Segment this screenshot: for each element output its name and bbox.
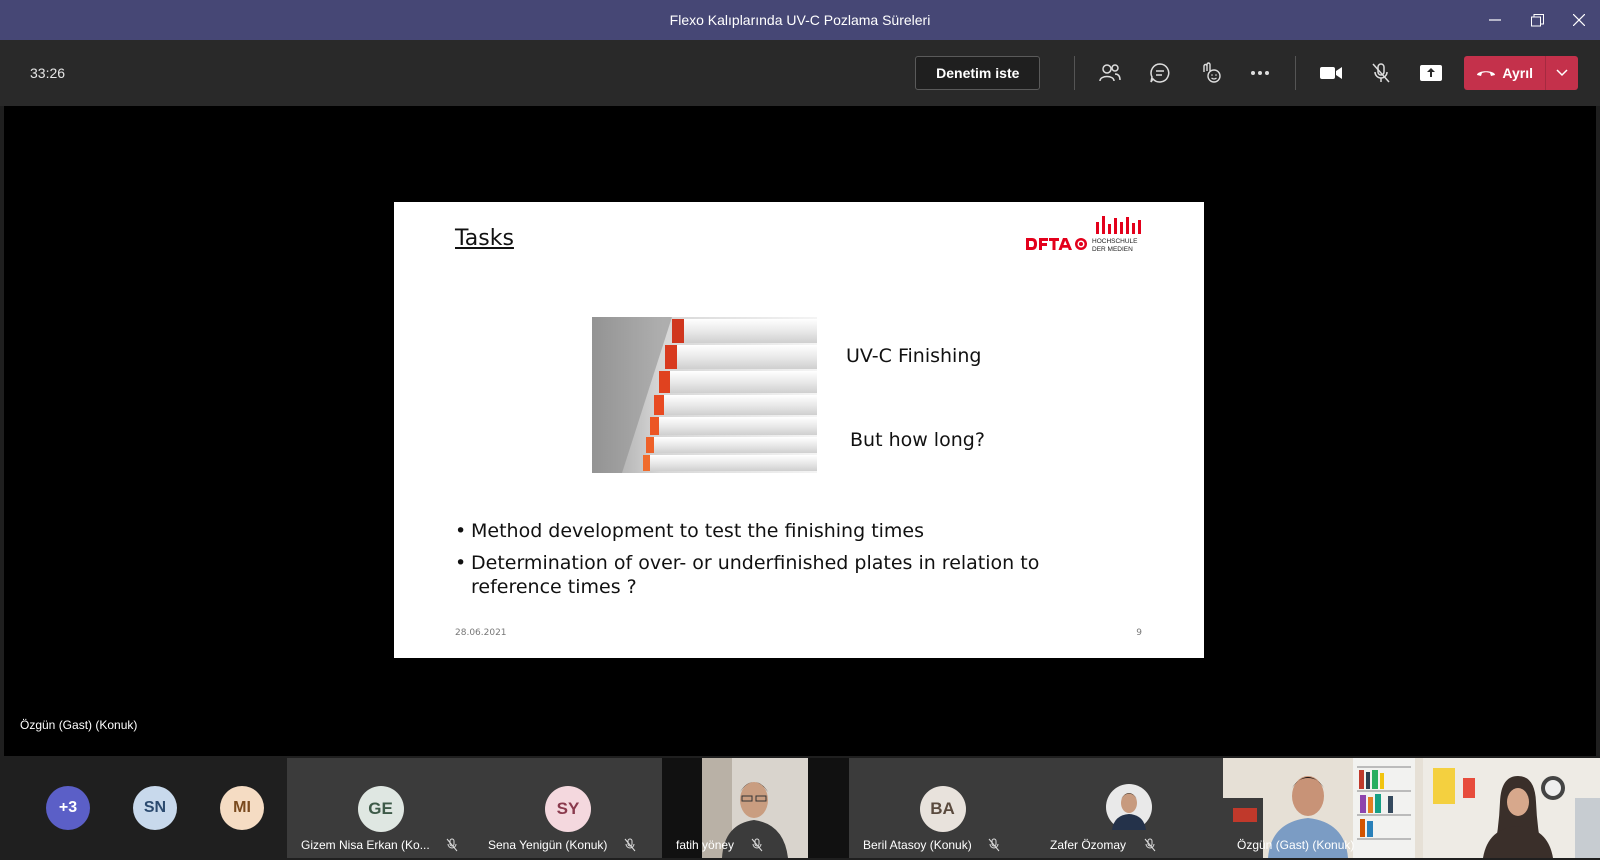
slide-title: Tasks (455, 226, 514, 251)
meeting-controls: Denetim iste Ayrıl (915, 56, 1578, 90)
bullet-text: Method development to test the finishing… (471, 520, 925, 542)
request-control-button[interactable]: Denetim iste (915, 56, 1041, 90)
slide-bullet: • Determination of over- or underfinished… (455, 551, 1095, 599)
avatar[interactable]: SN (133, 786, 177, 830)
hang-up-icon (1477, 71, 1496, 76)
toolbar-divider (1295, 56, 1297, 90)
leave-button[interactable]: Ayrıl (1464, 56, 1578, 90)
overflow-participants-avatar[interactable]: +3 (46, 786, 90, 830)
participant-name: Zafer Özomay (1050, 838, 1127, 852)
slide-bullet: • Method development to test the finishin… (455, 520, 925, 542)
chat-icon[interactable] (1135, 56, 1185, 90)
participant-name: fatih yöney (676, 838, 735, 852)
mic-muted-icon (624, 838, 636, 852)
participant-name: Özgün (Gast) (Konuk) (1237, 838, 1355, 852)
window-title: Flexo Kalıplarında UV-C Pozlama Süreleri (669, 12, 931, 28)
slide-date: 28.06.2021 (455, 628, 507, 638)
toolbar-divider (1074, 56, 1076, 90)
participant-tile[interactable]: BA Beril Atasoy (Konuk) (849, 758, 1036, 858)
leave-label: Ayrıl (1502, 65, 1533, 81)
mic-muted-icon (1144, 838, 1156, 852)
avatar: BA (919, 786, 966, 832)
mic-muted-icon (988, 838, 1000, 852)
participant-video-tile[interactable]: fatih yöney (662, 758, 849, 858)
close-icon[interactable] (1558, 0, 1600, 40)
participant-tile[interactable]: Zafer Özomay (1036, 758, 1223, 858)
camera-icon[interactable] (1306, 56, 1356, 90)
dfta-hdm-logo: HOCHSCHULE DER MEDIEN (1026, 216, 1141, 253)
meeting-timer: 33:26 (30, 65, 66, 81)
leave-options-chevron-icon[interactable] (1545, 56, 1578, 90)
participant-name: Gizem Nisa Erkan (Ko... (301, 838, 430, 852)
slide-question: But how long? (850, 429, 985, 451)
svg-text:DER MEDIEN: DER MEDIEN (1092, 246, 1133, 253)
leave-main[interactable]: Ayrıl (1464, 56, 1545, 90)
bullet-text: Determination of over- or underfinished … (471, 552, 1040, 598)
participant-name: Sena Yenigün (Konuk) (488, 838, 608, 852)
presenter-name-label: Özgün (Gast) (Konuk) (20, 718, 138, 732)
avatar: SY (545, 786, 591, 832)
slide-heading-uvc: UV-C Finishing (846, 345, 982, 367)
window-titlebar: Flexo Kalıplarında UV-C Pozlama Süreleri (0, 0, 1600, 41)
restore-icon[interactable] (1516, 0, 1558, 40)
slide-bullet-list: • Method development to test the finishin… (455, 519, 1095, 607)
participant-tile[interactable]: SY Sena Yenigün (Konuk) (474, 758, 662, 858)
reactions-icon[interactable] (1185, 56, 1235, 90)
meeting-toolbar: 33:26 Denetim iste Ayrıl (0, 40, 1600, 106)
mic-muted-icon (446, 838, 458, 852)
share-screen-icon[interactable] (1406, 56, 1456, 90)
window-controls (1474, 0, 1600, 40)
participant-video-tile[interactable]: Özgün (Gast) (Konuk) (1223, 758, 1600, 858)
slide-page-number: 9 (1136, 628, 1142, 638)
avatar[interactable]: MI (220, 786, 264, 830)
mic-muted-icon[interactable] (1356, 56, 1406, 90)
participants-icon[interactable] (1085, 56, 1135, 90)
svg-text:HOCHSCHULE: HOCHSCHULE (1092, 238, 1138, 245)
more-options-icon[interactable] (1235, 56, 1285, 90)
minimize-icon[interactable] (1474, 0, 1516, 40)
participant-name: Beril Atasoy (Konuk) (863, 838, 972, 852)
uv-lamp-photo (592, 317, 817, 473)
presentation-slide: Tasks HOCHSCHULE DER MEDIEN UV-C Finishi… (394, 202, 1204, 658)
participant-tile[interactable]: GE Gizem Nisa Erkan (Ko... (287, 758, 474, 858)
mic-muted-icon (751, 838, 763, 852)
avatar (1106, 784, 1152, 830)
avatar: GE (357, 786, 404, 832)
shared-screen-stage: Tasks HOCHSCHULE DER MEDIEN UV-C Finishi… (4, 106, 1596, 756)
participant-strip: +3 SN MI GE Gizem Nisa Erkan (Ko... SY S… (0, 756, 1600, 860)
